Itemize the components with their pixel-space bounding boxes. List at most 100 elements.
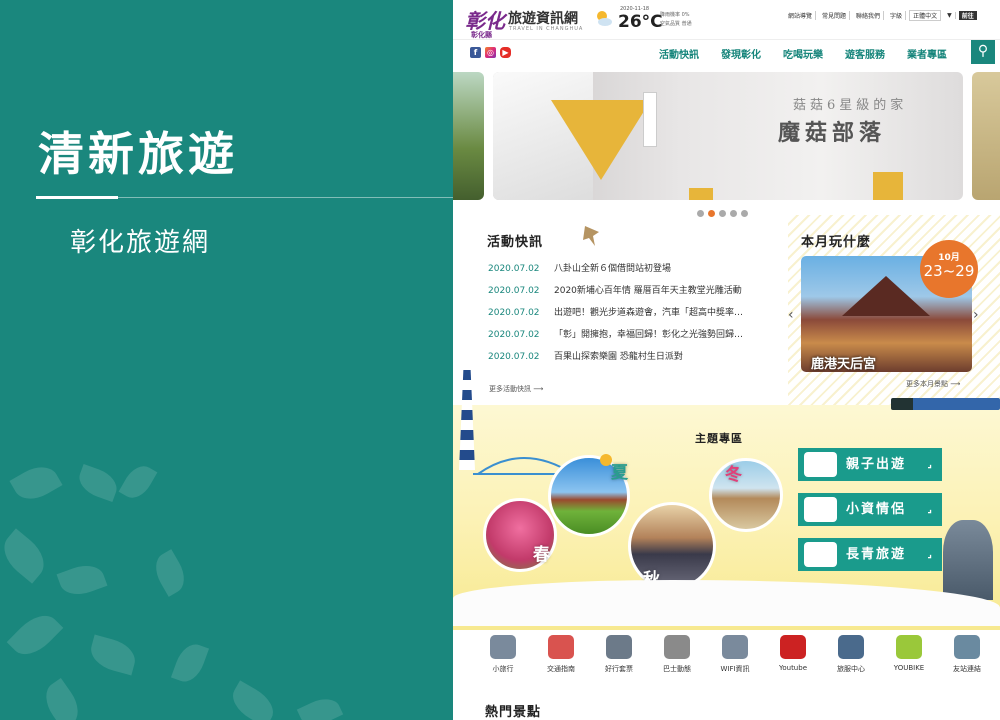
leaf-decoration xyxy=(6,606,64,664)
top-link-sitemap[interactable]: 網站導覽 xyxy=(785,11,817,20)
month-prev-button[interactable]: ‹ xyxy=(788,307,794,323)
heart-icon xyxy=(804,497,837,522)
leaf-decoration xyxy=(148,549,192,597)
quick-link-item[interactable]: 好行套票 xyxy=(591,635,647,674)
family-icon xyxy=(804,452,837,477)
leaf-decoration xyxy=(0,528,53,584)
season-autumn-image[interactable] xyxy=(628,502,716,590)
month-title: 本月玩什麼 xyxy=(801,235,872,250)
nav-item-business[interactable]: 業者專區 xyxy=(907,46,947,61)
news-item[interactable]: 2020.07.02 出遊吧！觀光步道森遊會，汽車「超高中獎率… xyxy=(488,306,788,328)
month-place: 鹿港天后宮 xyxy=(811,357,877,372)
nav-item-food-fun[interactable]: 吃喝玩樂 xyxy=(783,46,823,61)
instagram-icon[interactable]: ◎ xyxy=(485,47,496,58)
month-more-link[interactable]: 更多本月景點 ⟶ xyxy=(906,379,960,389)
quick-link-item[interactable]: YOUBIKE xyxy=(881,635,937,674)
nav-item-discover[interactable]: 發現彰化 xyxy=(721,46,761,61)
leaf-decoration xyxy=(296,692,344,720)
banner-prev-slide[interactable] xyxy=(453,72,484,200)
quick-link-item[interactable]: 友站連結 xyxy=(939,635,995,674)
quick-link-item[interactable]: 旅服中心 xyxy=(823,635,879,674)
arrow-icon: ⌟ xyxy=(927,504,934,515)
quick-link-label: Youtube xyxy=(779,664,807,672)
quick-link-item[interactable]: WIFI資訊 xyxy=(707,635,763,674)
theme-title: 主題專區 xyxy=(695,432,743,445)
nav-menu: 活動快訊 發現彰化 吃喝玩樂 遊客服務 業者專區 xyxy=(659,46,947,61)
theme-family-button[interactable]: 親子出遊 ⌟ xyxy=(798,448,942,481)
theme-senior-label: 長青旅遊 xyxy=(846,547,907,562)
top-link-font-size[interactable]: 字級 xyxy=(887,11,907,20)
carousel-dot[interactable] xyxy=(697,210,704,217)
news-text: 八卦山全新６個借問站初登場 xyxy=(554,264,672,274)
hero-banner[interactable]: 菇菇6星級的家 魔菇部落 xyxy=(493,72,963,200)
month-next-button[interactable]: › xyxy=(973,307,979,323)
news-date: 2020.07.02 xyxy=(488,352,540,362)
news-item[interactable]: 2020.07.02 八卦山全新６個借問站初登場 xyxy=(488,262,788,284)
go-button[interactable]: 前往 xyxy=(958,11,977,20)
theme-couple-button[interactable]: 小資情侶 ⌟ xyxy=(798,493,942,526)
elderly-icon xyxy=(804,542,837,567)
leaf-decoration xyxy=(37,677,87,720)
arrow-right-icon: ⟶ xyxy=(533,385,544,393)
banner-artwork xyxy=(551,100,651,180)
youtube-icon[interactable]: ▶ xyxy=(500,47,511,58)
banner-line1: 菇菇6星級的家 xyxy=(793,98,908,113)
quick-link-item[interactable]: Youtube xyxy=(765,635,821,674)
news-text: 「彰」開擁抱，幸福回歸！彰化之光強勢回歸… xyxy=(554,330,744,340)
quick-link-item[interactable]: 交通指南 xyxy=(533,635,589,674)
quick-link-label: 旅服中心 xyxy=(837,665,865,673)
quick-link-item[interactable]: 小旅行 xyxy=(475,635,531,674)
quick-link-label: 小旅行 xyxy=(492,665,514,673)
social-links: f ◎ ▶ xyxy=(470,47,511,58)
top-link-contact[interactable]: 聯絡我們 xyxy=(853,11,885,20)
quick-link-item[interactable]: 巴士動態 xyxy=(649,635,705,674)
traveler-icon xyxy=(490,635,516,659)
buddha-illustration xyxy=(943,520,993,600)
carousel-dot[interactable] xyxy=(741,210,748,217)
leaf-decoration xyxy=(170,639,210,687)
news-text: 出遊吧！觀光步道森遊會，汽車「超高中獎率… xyxy=(554,308,744,318)
quick-link-label: 巴士動態 xyxy=(663,665,691,673)
left-panel: 清新旅遊 彰化旅遊網 xyxy=(0,0,453,720)
carousel-dot[interactable] xyxy=(730,210,737,217)
panel-subtitle: 彰化旅遊網 xyxy=(70,228,211,258)
theme-senior-button[interactable]: 長青旅遊 ⌟ xyxy=(798,538,942,571)
news-item[interactable]: 2020.07.02 「彰」開擁抱，幸福回歸！彰化之光強勢回歸… xyxy=(488,328,788,350)
season-spring-label: 春 xyxy=(533,545,550,565)
season-winter-image[interactable] xyxy=(709,458,783,532)
carousel-dot-active[interactable] xyxy=(708,210,715,217)
logo-title[interactable]: 旅遊資訊網 xyxy=(508,8,578,28)
arrow-right-icon: ⟶ xyxy=(950,380,961,388)
weather-temp: 26°C xyxy=(618,12,663,32)
leaf-decoration xyxy=(226,680,280,720)
nav-item-services[interactable]: 遊客服務 xyxy=(845,46,885,61)
youtube-icon xyxy=(780,635,806,659)
news-title: 活動快訊 xyxy=(487,235,544,250)
partly-sunny-icon xyxy=(597,11,612,26)
language-select[interactable]: 正體中文 xyxy=(909,10,942,21)
wifi-icon xyxy=(722,635,748,659)
weather-air: 空氣品質 普通 xyxy=(660,21,692,27)
quick-link-label: 交通指南 xyxy=(547,665,575,673)
news-item[interactable]: 2020.07.02 2020新埔心百年情 羅厝百年天主教堂光雕活動 xyxy=(488,284,788,306)
banner-next-slide[interactable] xyxy=(972,72,1000,200)
nav-item-news[interactable]: 活動快訊 xyxy=(659,46,699,61)
quick-link-label: WIFI資訊 xyxy=(720,665,750,673)
news-more-link[interactable]: 更多活動快訊 ⟶ xyxy=(489,384,543,394)
news-text: 2020新埔心百年情 羅厝百年天主教堂光雕活動 xyxy=(554,286,742,296)
leaf-decoration xyxy=(118,460,158,504)
title-divider xyxy=(36,196,453,199)
news-item[interactable]: 2020.07.02 百果山探索樂園 恐龍村生日派對 xyxy=(488,350,788,372)
train-illustration xyxy=(891,398,1000,410)
top-link-faq[interactable]: 常見問題 xyxy=(819,11,851,20)
quick-link-label: 好行套票 xyxy=(605,665,633,673)
site-header: 彰化 彰化縣 旅遊資訊網 TRAVEL IN CHANGHUA 2020-11-1… xyxy=(453,0,1000,40)
facebook-icon[interactable]: f xyxy=(470,47,481,58)
news-list: 2020.07.02 八卦山全新６個借問站初登場 2020.07.02 2020新埔… xyxy=(488,262,788,372)
news-date: 2020.07.02 xyxy=(488,308,540,318)
panel-title: 清新旅遊 xyxy=(38,127,238,181)
carousel-dot[interactable] xyxy=(719,210,726,217)
search-button[interactable]: ⚲ xyxy=(971,40,995,64)
site-logo[interactable]: 彰化 彰化縣 xyxy=(465,5,505,40)
leaf-decoration xyxy=(56,559,108,601)
